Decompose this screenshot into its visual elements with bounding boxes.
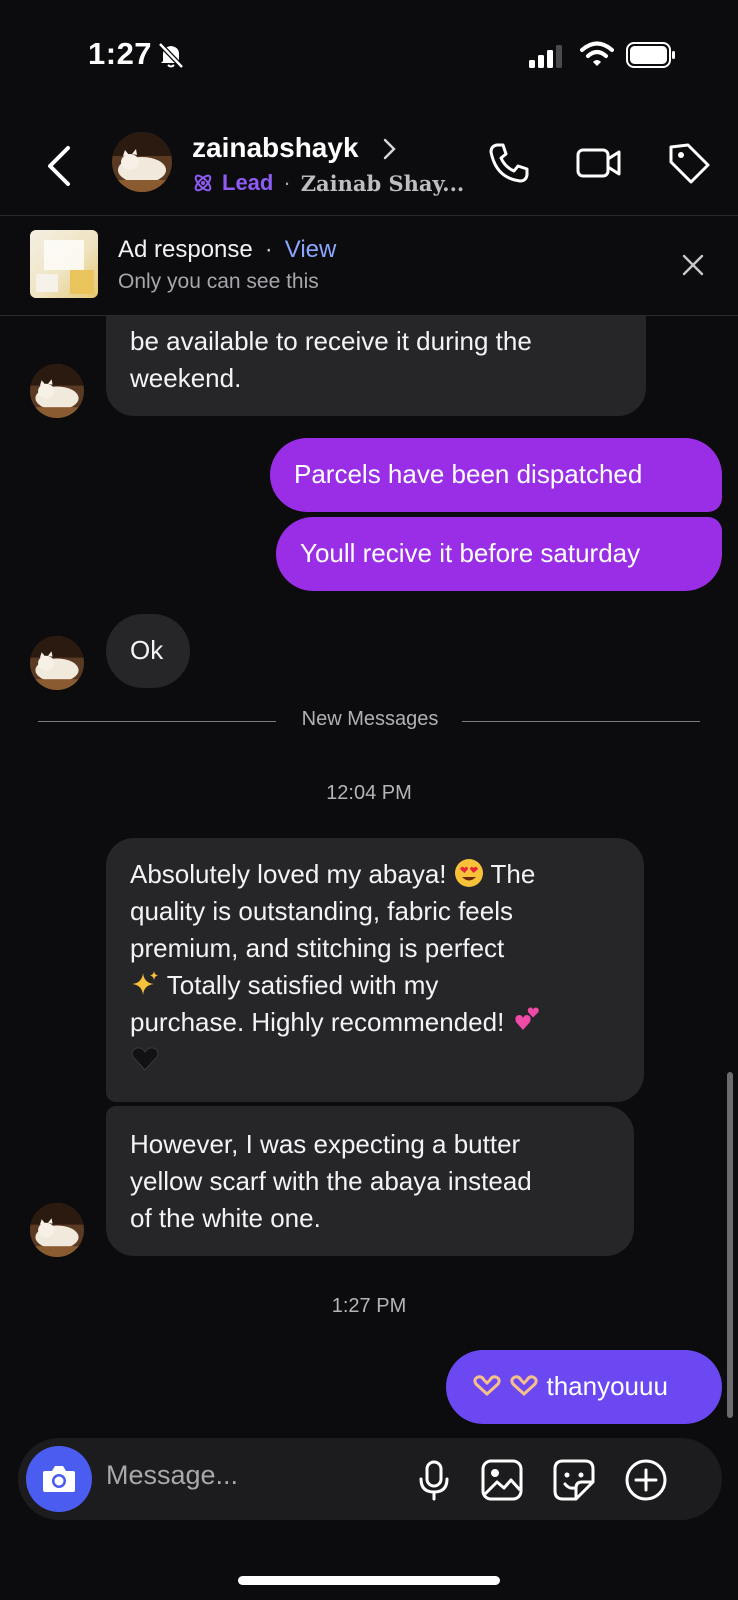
bell-off-icon <box>158 42 184 69</box>
message-composer: Message... <box>18 1438 722 1520</box>
new-messages-divider: New Messages <box>301 708 439 730</box>
message-text: of the white one. <box>130 1203 321 1233</box>
battery-icon <box>626 42 675 68</box>
chevron-right-icon[interactable] <box>382 136 398 162</box>
lead-info: Lead · Zainab Shay... <box>192 170 464 196</box>
message-text: The <box>490 859 536 889</box>
message-line: Absolutely loved my abaya! The <box>130 856 620 893</box>
incoming-message[interactable]: be available to receive it during the we… <box>106 316 646 416</box>
phone-icon[interactable] <box>484 138 534 188</box>
message-text: Totally satisfied with my <box>166 970 439 1000</box>
home-indicator[interactable] <box>238 1576 500 1585</box>
outgoing-message[interactable]: Parcels have been dispatched <box>270 438 722 512</box>
divider-line <box>38 721 276 722</box>
avatar[interactable] <box>112 132 172 192</box>
sparkles-emoji-icon <box>132 971 158 995</box>
tag-icon[interactable] <box>664 138 714 188</box>
lead-separator: · <box>283 170 291 195</box>
message-text: thanyouuu <box>546 1371 668 1401</box>
heart-hands-emoji-icon <box>510 1375 538 1397</box>
camera-button[interactable] <box>26 1446 92 1512</box>
view-link[interactable]: View <box>285 236 337 264</box>
two-hearts-emoji-icon <box>514 1007 539 1030</box>
video-icon[interactable] <box>574 138 624 188</box>
ad-response-banner: Ad response · View Only you can see this <box>0 216 738 316</box>
message-text: premium, and stitching is perfect <box>130 933 505 963</box>
outgoing-message[interactable]: Youll recive it before saturday <box>276 517 722 591</box>
black-heart-emoji-icon <box>131 1047 159 1071</box>
gallery-icon[interactable] <box>480 1458 524 1502</box>
lead-label[interactable]: Lead <box>222 170 273 196</box>
ad-thumbnail[interactable] <box>30 230 98 298</box>
status-bar: 1:27 <box>0 0 738 110</box>
camera-icon <box>43 1466 75 1492</box>
ad-subtitle: Only you can see this <box>118 270 319 293</box>
message-text: Absolutely loved my abaya! <box>130 859 447 889</box>
ad-title: Ad response <box>118 236 253 263</box>
message-text: yellow scarf with the abaya instead <box>130 1166 532 1196</box>
display-name: Zainab Shay... <box>300 170 465 196</box>
incoming-message[interactable]: Absolutely loved my abaya! The quality i… <box>106 838 644 1102</box>
message-text: be available to receive it during the <box>130 326 532 356</box>
heart-eyes-emoji-icon <box>454 859 483 887</box>
wifi-icon <box>580 41 614 66</box>
message-timestamp: 12:04 PM <box>326 782 412 804</box>
message-text: purchase. Highly recommended! <box>130 1007 505 1037</box>
message-text: weekend. <box>130 363 242 393</box>
avatar[interactable] <box>30 636 84 690</box>
avatar[interactable] <box>30 364 84 418</box>
lead-icon <box>194 174 212 192</box>
message-text: Parcels have been dispatched <box>294 459 643 489</box>
divider-line <box>462 721 700 722</box>
back-arrow-icon[interactable] <box>44 144 74 188</box>
message-line: Totally satisfied with my <box>130 967 620 1004</box>
message-input[interactable]: Message... <box>106 1460 238 1491</box>
outgoing-message[interactable]: thanyouuu <box>446 1350 722 1424</box>
close-icon[interactable] <box>680 252 706 278</box>
message-timestamp: 1:27 PM <box>331 1295 407 1317</box>
signal-icon <box>529 45 562 68</box>
ad-separator: · <box>264 236 273 263</box>
plus-circle-icon[interactable] <box>624 1458 668 1502</box>
message-text: quality is outstanding, fabric feels <box>130 896 513 926</box>
message-line: purchase. Highly recommended! <box>130 1004 620 1041</box>
incoming-message[interactable]: Ok <box>106 614 190 688</box>
message-text: Youll recive it before saturday <box>300 538 641 568</box>
message-line <box>130 1041 620 1078</box>
chat-username[interactable]: zainabshayk <box>192 132 359 164</box>
microphone-icon[interactable] <box>412 1458 456 1502</box>
heart-hands-emoji-icon <box>473 1375 501 1397</box>
ad-title-row: Ad response · View <box>118 236 336 264</box>
message-text: However, I was expecting a butter <box>130 1129 521 1159</box>
scrollbar[interactable] <box>727 1072 733 1418</box>
chat-header: zainabshayk Lead · Zainab Shay... <box>0 120 738 216</box>
status-time: 1:27 <box>88 36 153 71</box>
sticker-icon[interactable] <box>552 1458 596 1502</box>
incoming-message[interactable]: However, I was expecting a butter yellow… <box>106 1106 634 1256</box>
message-text: Ok <box>130 635 164 665</box>
avatar[interactable] <box>30 1203 84 1257</box>
